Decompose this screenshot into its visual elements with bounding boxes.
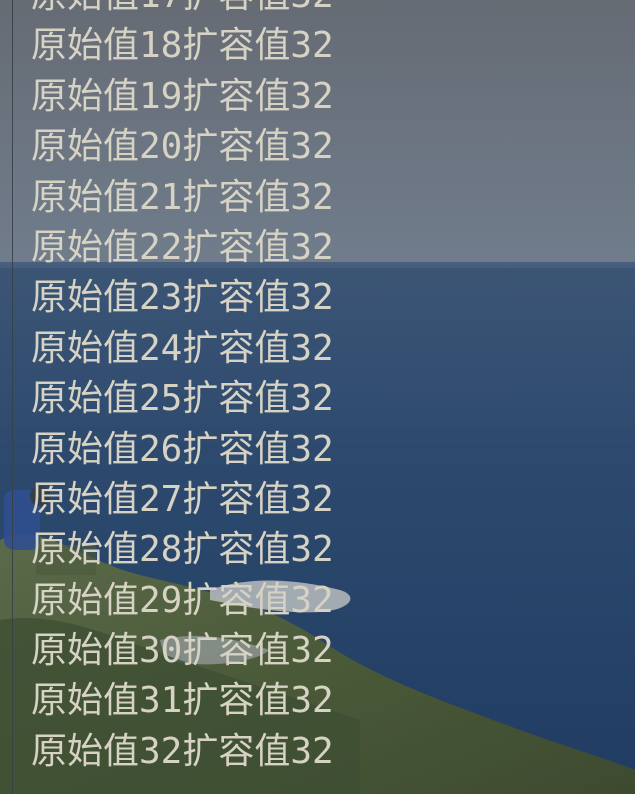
console-output: 原始值17扩容值32 原始值18扩容值32 原始值19扩容值32 原始值20扩容… — [31, 0, 631, 777]
console-line: 原始值21扩容值32 — [31, 176, 334, 218]
console-line: 原始值32扩容值32 — [31, 730, 334, 772]
console-line: 原始值30扩容值32 — [31, 630, 334, 672]
console-line: 原始值18扩容值32 — [31, 25, 334, 67]
console-line: 原始值19扩容值32 — [31, 75, 334, 117]
console-line: 原始值27扩容值32 — [31, 478, 334, 520]
console-line: 原始值28扩容值32 — [31, 529, 334, 571]
console-line: 原始值26扩容值32 — [31, 428, 334, 470]
console-line: 原始值20扩容值32 — [31, 126, 334, 168]
console-line: 原始值31扩容值32 — [31, 680, 334, 722]
console-line: 原始值24扩容值32 — [31, 327, 334, 369]
console-line: 原始值22扩容值32 — [31, 226, 334, 268]
console-line: 原始值23扩容值32 — [31, 277, 334, 319]
console-line: 原始值17扩容值32 — [31, 0, 631, 21]
console-line: 原始值25扩容值32 — [31, 378, 334, 420]
console-line: 原始值29扩容值32 — [31, 579, 334, 621]
editor-gutter-divider — [12, 0, 13, 794]
